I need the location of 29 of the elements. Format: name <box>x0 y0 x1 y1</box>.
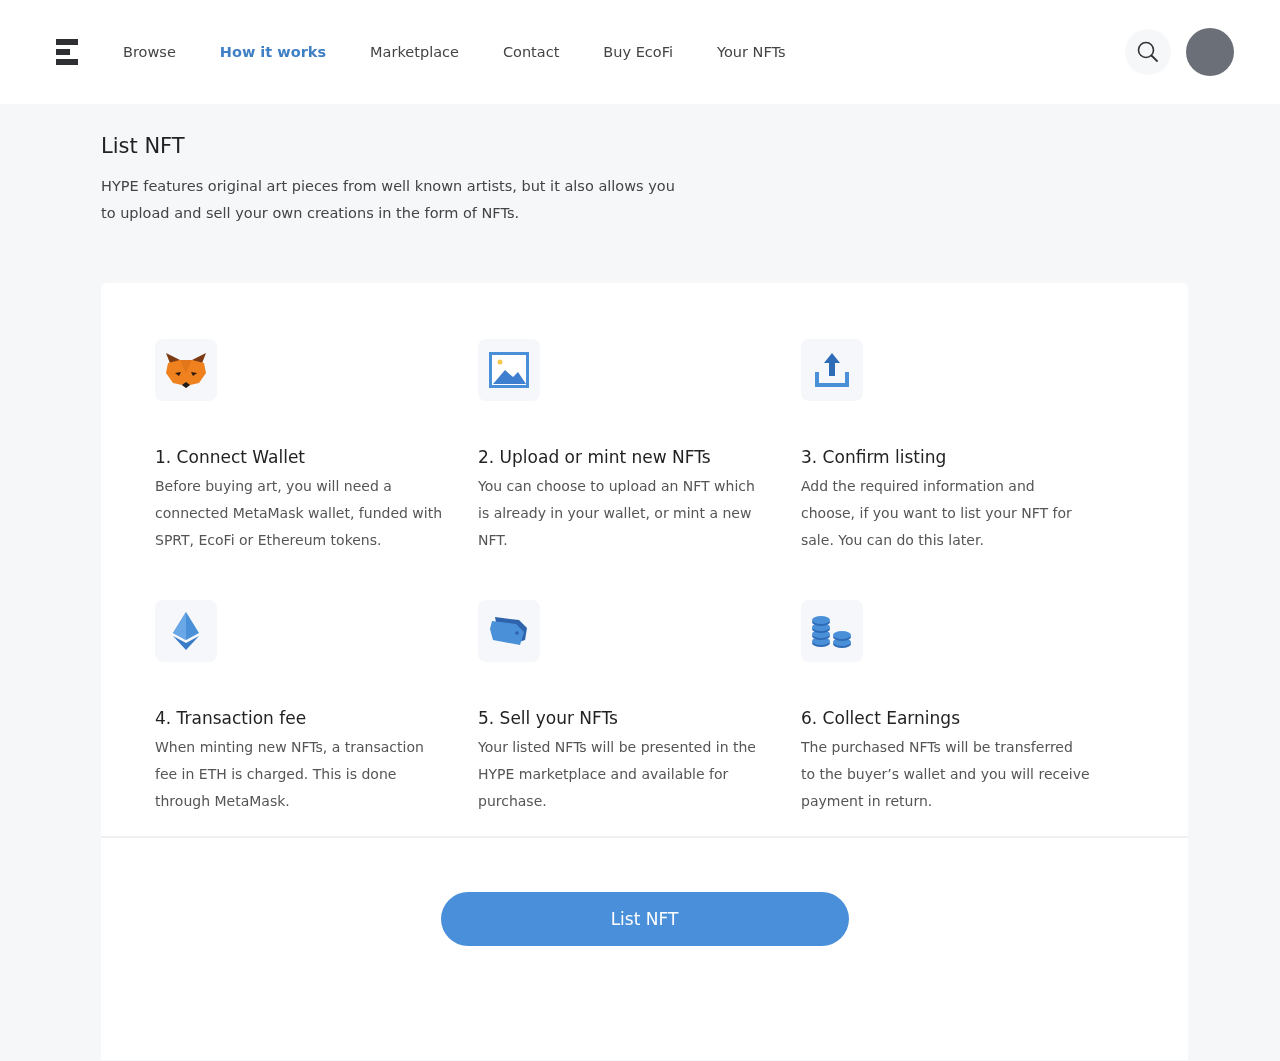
fox-icon <box>165 351 207 389</box>
step-description: Add the required information and choose, if you want to list your NFT for sale. You can do this later. <box>801 477 1073 550</box>
nav-link[interactable]: Contact <box>502 44 560 60</box>
nav-link[interactable]: Marketplace <box>370 44 459 60</box>
search-button[interactable] <box>1125 29 1171 75</box>
step-description: The purchased NFTs will be transferred to the buyer’s wallet and you will receive payment in return. <box>801 737 1091 811</box>
step-title: 5. Sell your NFTs <box>478 707 619 728</box>
step-title: 3. Confirm listing <box>801 447 948 467</box>
step-description: Your listed NFTs will be presented in the HYPE marketplace and available for purchase. <box>478 737 757 811</box>
step-title: 4. Transaction fee <box>155 707 308 728</box>
step-title: 2. Upload or mint new NFTs <box>478 447 712 467</box>
picture-icon <box>489 352 529 388</box>
step-title: 6. Collect Earnings <box>801 707 961 728</box>
logo-icon[interactable] <box>56 39 78 65</box>
step-description: When minting new NFTs, a transaction fee in ETH is charged. This is done through MetaMask. <box>155 737 425 811</box>
nav-link[interactable]: Browse <box>123 44 176 60</box>
page-title: List NFT <box>101 134 186 158</box>
nav-link[interactable]: Buy EcoFi <box>603 44 673 60</box>
step-description: You can choose to upload an NFT which is already in your wallet, or mint a new NFT. <box>478 477 756 550</box>
nav-link[interactable]: How it works <box>219 44 327 60</box>
avatar[interactable] <box>1186 28 1234 76</box>
step-description: Before buying art, you will need a connected MetaMask wallet, funded with SPRT, EcoFi or Ethereum tokens. <box>155 477 444 550</box>
ethereum-icon <box>173 611 199 650</box>
search-icon <box>1137 41 1159 63</box>
nav-link[interactable]: Your NFTs <box>717 44 786 60</box>
step-title: 1. Connect Wallet <box>155 447 307 467</box>
tag-icon <box>489 615 529 646</box>
upload-icon <box>814 352 850 388</box>
page-description: HYPE features original art pieces from well known artists, but it also allows you to upload and sell your own creations in the form of NFTs. <box>101 177 676 223</box>
